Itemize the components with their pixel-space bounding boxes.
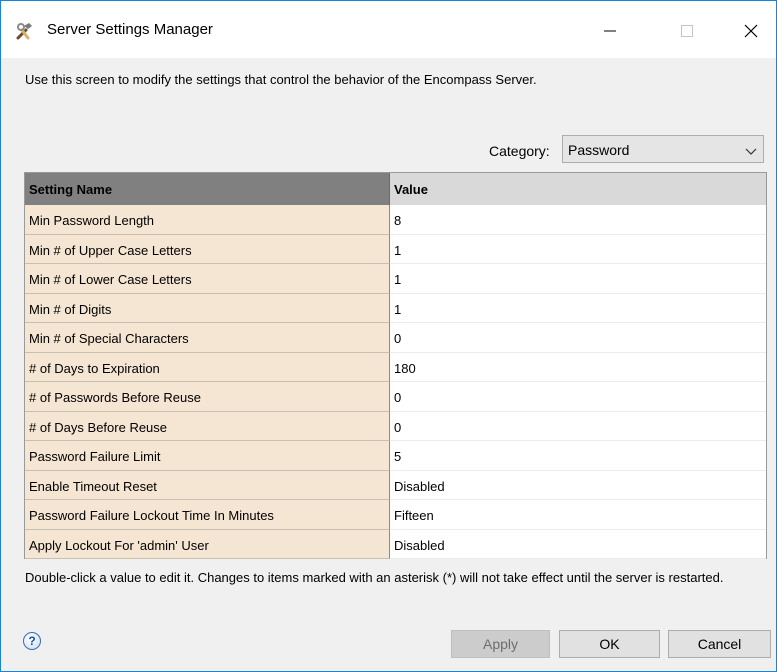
table-row[interactable]: Min # of Special Characters 0 xyxy=(25,323,766,353)
setting-name-cell: Min # of Digits xyxy=(25,293,390,323)
intro-text: Use this screen to modify the settings t… xyxy=(25,72,537,87)
setting-value-cell[interactable]: Fifteen xyxy=(390,500,766,530)
help-icon[interactable]: ? xyxy=(23,632,41,650)
setting-value-cell[interactable]: 8 xyxy=(390,205,766,235)
category-dropdown[interactable]: Password xyxy=(562,135,764,163)
setting-value-cell[interactable]: 0 xyxy=(390,382,766,412)
setting-name-cell: Min # of Lower Case Letters xyxy=(25,264,390,294)
table-row[interactable]: Min # of Digits 1 xyxy=(25,293,766,323)
column-header-setting-name[interactable]: Setting Name xyxy=(25,173,390,205)
column-header-value[interactable]: Value xyxy=(390,173,766,205)
close-button[interactable] xyxy=(728,9,774,53)
setting-name-cell: # of Days Before Reuse xyxy=(25,411,390,441)
apply-button[interactable]: Apply xyxy=(451,630,550,658)
grid-header: Setting Name Value xyxy=(25,173,766,205)
setting-name-cell: Min # of Special Characters xyxy=(25,323,390,353)
setting-name-cell: # of Passwords Before Reuse xyxy=(25,382,390,412)
setting-value-cell[interactable]: Disabled xyxy=(390,470,766,500)
setting-value-cell[interactable]: 180 xyxy=(390,352,766,382)
setting-name-cell: Apply Lockout For 'admin' User xyxy=(25,529,390,559)
maximize-icon xyxy=(681,25,693,37)
setting-value-cell[interactable]: 5 xyxy=(390,441,766,471)
setting-value-cell[interactable]: 1 xyxy=(390,264,766,294)
setting-value-cell[interactable]: Disabled xyxy=(390,529,766,559)
category-selected-value: Password xyxy=(568,142,630,158)
settings-grid: Setting Name Value Min Password Length 8… xyxy=(24,172,767,559)
title-bar[interactable]: Server Settings Manager xyxy=(1,1,776,58)
chevron-down-icon xyxy=(745,144,757,159)
setting-name-cell: Min # of Upper Case Letters xyxy=(25,234,390,264)
setting-name-cell: Password Failure Limit xyxy=(25,441,390,471)
setting-name-cell: Password Failure Lockout Time In Minutes xyxy=(25,500,390,530)
server-settings-window: Server Settings Manager Use this screen … xyxy=(0,0,777,672)
cancel-button[interactable]: Cancel xyxy=(668,630,771,658)
table-row[interactable]: Enable Timeout Reset Disabled xyxy=(25,470,766,500)
setting-value-cell[interactable]: 1 xyxy=(390,234,766,264)
table-row[interactable]: # of Days Before Reuse 0 xyxy=(25,411,766,441)
table-row[interactable]: Password Failure Limit 5 xyxy=(25,441,766,471)
setting-value-cell[interactable]: 0 xyxy=(390,323,766,353)
minimize-icon xyxy=(604,30,616,32)
category-label: Category: xyxy=(489,143,550,159)
setting-value-cell[interactable]: 0 xyxy=(390,411,766,441)
footer-note: Double-click a value to edit it. Changes… xyxy=(25,570,724,585)
window-title: Server Settings Manager xyxy=(47,21,213,38)
table-row[interactable]: Min Password Length 8 xyxy=(25,205,766,235)
table-row[interactable]: Apply Lockout For 'admin' User Disabled xyxy=(25,529,766,559)
close-icon xyxy=(744,24,758,38)
ok-button[interactable]: OK xyxy=(559,630,660,658)
tools-icon xyxy=(15,21,35,41)
minimize-button[interactable] xyxy=(587,9,633,53)
table-row[interactable]: # of Days to Expiration 180 xyxy=(25,352,766,382)
maximize-button[interactable] xyxy=(664,9,710,53)
table-row[interactable]: Password Failure Lockout Time In Minutes… xyxy=(25,500,766,530)
setting-name-cell: # of Days to Expiration xyxy=(25,352,390,382)
table-row[interactable]: # of Passwords Before Reuse 0 xyxy=(25,382,766,412)
table-row[interactable]: Min # of Upper Case Letters 1 xyxy=(25,234,766,264)
setting-name-cell: Enable Timeout Reset xyxy=(25,470,390,500)
setting-name-cell: Min Password Length xyxy=(25,205,390,235)
setting-value-cell[interactable]: 1 xyxy=(390,293,766,323)
table-row[interactable]: Min # of Lower Case Letters 1 xyxy=(25,264,766,294)
